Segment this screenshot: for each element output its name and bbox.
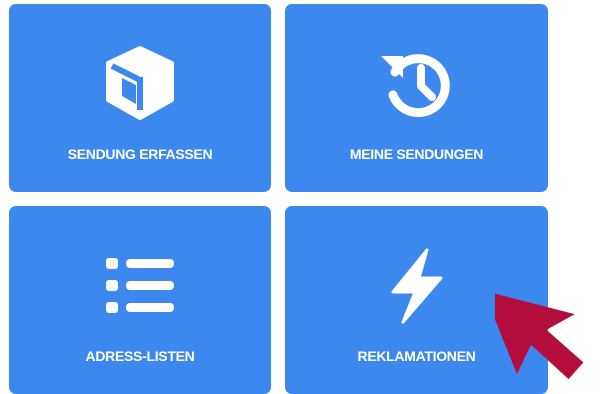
tile-meine-sendungen[interactable]: MEINE SENDUNGEN xyxy=(285,4,548,192)
tile-label: REKLAMATIONEN xyxy=(357,348,476,364)
tile-sendung-erfassen[interactable]: SENDUNG ERFASSEN xyxy=(9,4,271,192)
tile-reklamationen[interactable]: REKLAMATIONEN xyxy=(285,206,548,394)
tile-label: SENDUNG ERFASSEN xyxy=(67,146,213,162)
tile-adress-listen[interactable]: ADRESS-LISTEN xyxy=(9,206,271,394)
box-icon xyxy=(100,44,180,124)
history-icon xyxy=(377,44,457,124)
bolt-icon xyxy=(377,246,457,326)
tile-label: ADRESS-LISTEN xyxy=(85,348,195,364)
list-icon xyxy=(100,246,180,326)
tile-label: MEINE SENDUNGEN xyxy=(349,146,484,162)
